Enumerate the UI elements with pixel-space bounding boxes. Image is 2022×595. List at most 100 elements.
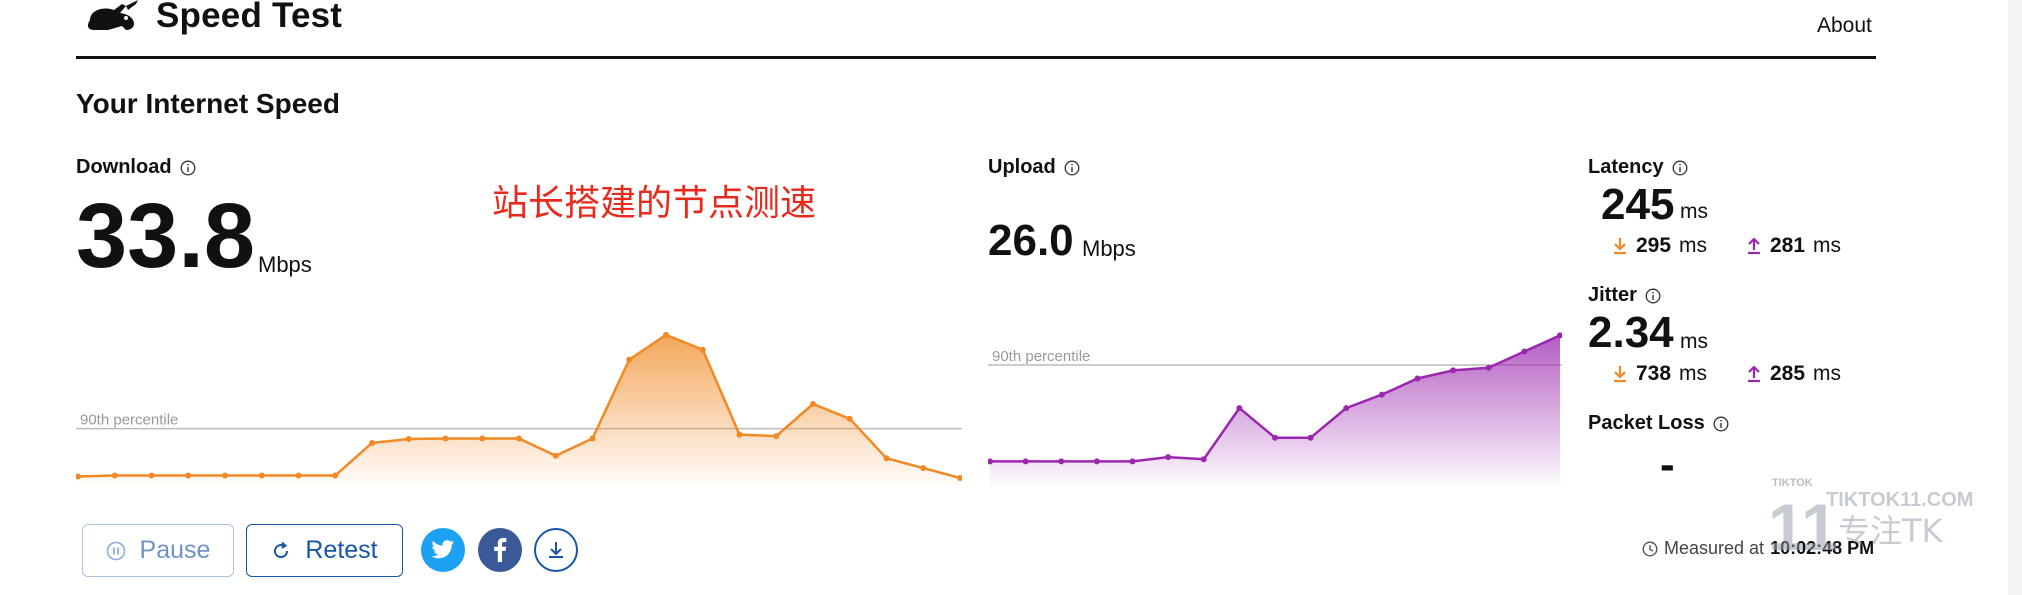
latency-label: Latency <box>1588 156 1664 178</box>
upload-point <box>1343 405 1350 412</box>
upload-point <box>1307 434 1314 441</box>
info-icon[interactable] <box>1645 288 1661 304</box>
upload-point <box>1022 458 1029 465</box>
latency-label-row: Latency <box>1588 156 1688 179</box>
download-arrow-icon <box>1614 366 1626 383</box>
packet-loss-value: - <box>1660 440 1675 489</box>
jitter-label-row: Jitter <box>1588 284 1661 307</box>
jitter-upload-value: 285 <box>1770 362 1806 385</box>
upload-chart: 90th percentile <box>988 332 1562 486</box>
refresh-icon <box>274 541 289 558</box>
jitter-download-row: 738 ms <box>1612 362 1707 386</box>
upload-label-row: Upload <box>988 156 1080 179</box>
jitter-label: Jitter <box>1588 284 1637 306</box>
upload-point <box>1450 367 1457 374</box>
jitter-value: 2.34 <box>1588 308 1674 357</box>
upload-arrow-icon <box>1748 237 1760 255</box>
download-label: Download <box>76 156 172 178</box>
pause-button-label: Pause <box>139 536 211 564</box>
watermark-tagline: 专注TK <box>1838 512 1944 550</box>
jitter-download-value: 738 <box>1636 362 1672 385</box>
download-unit: Mbps <box>258 252 312 277</box>
download-point <box>516 435 522 442</box>
download-point <box>920 465 927 472</box>
download-point <box>846 415 853 422</box>
download-chart: 90th percentile <box>76 331 962 486</box>
info-icon[interactable] <box>180 160 196 176</box>
download-point <box>222 472 228 479</box>
twitter-icon <box>431 540 454 559</box>
clock-icon <box>1642 540 1658 557</box>
download-point <box>810 401 816 407</box>
twitter-share-button[interactable] <box>421 528 465 572</box>
jitter-unit: ms <box>1680 330 1708 353</box>
scrollbar-track[interactable] <box>2008 0 2022 595</box>
latency-upload-unit: ms <box>1813 234 1842 257</box>
upload-point <box>1272 434 1278 441</box>
download-point <box>663 331 669 338</box>
download-point <box>332 472 339 479</box>
download-icon <box>549 542 563 558</box>
download-value: 33.8 <box>76 185 256 287</box>
latency-download-row: 295 ms <box>1612 234 1707 258</box>
upload-point <box>1414 375 1421 382</box>
upload-point <box>1485 364 1492 371</box>
download-label-row: Download <box>76 156 196 179</box>
download-point <box>883 455 890 462</box>
download-percentile-label: 90th percentile <box>80 412 178 429</box>
upload-point <box>1129 458 1136 465</box>
jitter-upload-row: 285 ms <box>1746 362 1841 386</box>
info-icon[interactable] <box>1064 160 1080 176</box>
download-point <box>699 346 706 353</box>
upload-point <box>1521 348 1528 355</box>
watermark-top: TIKTOK <box>1772 477 1813 489</box>
facebook-icon <box>494 538 507 562</box>
rabbit-icon <box>87 0 138 30</box>
download-point <box>405 436 412 443</box>
download-point <box>258 472 265 479</box>
upload-point <box>1165 454 1172 461</box>
speed-test-page: Speed Test About Your Internet Speed Dow… <box>0 0 2022 595</box>
latency-upload-value: 281 <box>1770 234 1806 257</box>
retest-button-label: Retest <box>305 536 378 564</box>
about-link[interactable]: About <box>1817 14 1872 38</box>
latency-unit: ms <box>1680 200 1708 223</box>
download-point <box>773 433 780 440</box>
download-result-button[interactable] <box>534 528 578 572</box>
facebook-share-button[interactable] <box>478 528 522 572</box>
pause-button[interactable]: Pause <box>82 524 234 577</box>
upload-arrow-icon <box>1748 365 1760 383</box>
upload-percentile-label: 90th percentile <box>992 348 1090 365</box>
upload-point <box>1093 458 1100 465</box>
section-title: Your Internet Speed <box>76 88 340 119</box>
jitter-upload-unit: ms <box>1813 362 1842 385</box>
jitter-download-unit: ms <box>1679 362 1708 385</box>
download-point <box>589 435 596 442</box>
pause-icon <box>106 541 125 560</box>
latency-download-unit: ms <box>1679 234 1708 257</box>
watermark-logo: TIKTOK 11 TIKTOK11.COM 专注TK <box>1768 477 1973 556</box>
download-point <box>442 435 449 442</box>
download-point <box>369 439 375 446</box>
retest-button[interactable]: Retest <box>246 524 403 577</box>
upload-point <box>1236 405 1243 412</box>
latency-download-value: 295 <box>1636 234 1672 257</box>
upload-label: Upload <box>988 156 1056 178</box>
overlay-caption: 站长搭建的节点测速 <box>492 183 817 224</box>
download-point <box>111 472 118 479</box>
download-point <box>185 472 192 479</box>
upload-point <box>1200 456 1207 463</box>
download-point <box>295 472 302 479</box>
upload-point <box>1378 391 1385 398</box>
latency-upload-row: 281 ms <box>1746 234 1841 258</box>
app-title: Speed Test <box>156 0 343 35</box>
info-icon[interactable] <box>1672 160 1688 176</box>
header-divider <box>76 56 1876 59</box>
packet-loss-label: Packet Loss <box>1588 412 1705 434</box>
download-point <box>552 452 559 459</box>
upload-point <box>1058 458 1065 465</box>
upload-unit: Mbps <box>1082 236 1136 261</box>
download-arrow-icon <box>1614 238 1626 255</box>
download-point <box>626 356 633 363</box>
info-icon[interactable] <box>1713 416 1729 432</box>
